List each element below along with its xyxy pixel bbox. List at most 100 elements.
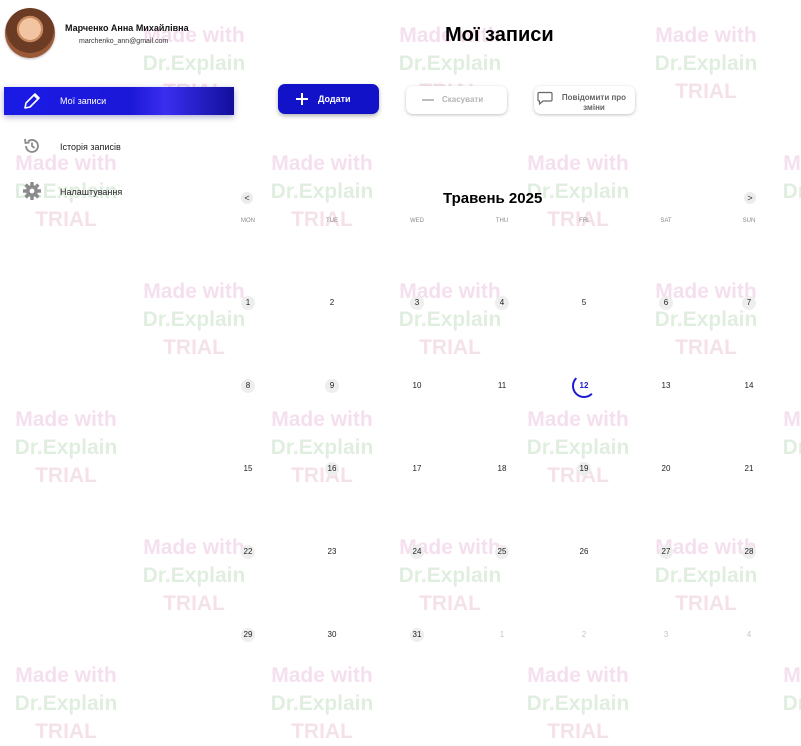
- plus-icon: [296, 93, 308, 105]
- calendar-day[interactable]: 4: [742, 628, 756, 642]
- watermark: Made withDr.ExplainTRIAL: [388, 534, 512, 618]
- watermark-line: TRIAL: [35, 464, 97, 487]
- calendar-day[interactable]: 31: [410, 628, 424, 642]
- watermark-line: Made with: [783, 152, 801, 175]
- calendar-day[interactable]: 17: [410, 462, 424, 476]
- calendar-day[interactable]: 29: [241, 628, 255, 642]
- sidebar-item-label: Історія записів: [60, 142, 121, 152]
- watermark: Made with Dr.Explain TRIAL: [132, 278, 256, 362]
- calendar-day[interactable]: 7: [742, 296, 756, 310]
- sidebar-item-settings[interactable]: Налаштування: [4, 179, 204, 203]
- calendar-day[interactable]: 1: [241, 296, 255, 310]
- calendar-day[interactable]: 27: [659, 545, 673, 559]
- history-icon: [24, 138, 39, 153]
- calendar-day[interactable]: 5: [577, 296, 591, 310]
- notify-changes-button[interactable]: Повідомити про зміни: [534, 86, 635, 114]
- watermark: Made with Dr.Explain TRIAL: [260, 662, 384, 746]
- sidebar-item-label: Мої записи: [60, 96, 107, 106]
- calendar-day[interactable]: 10: [410, 379, 424, 393]
- watermark-line: Made with: [143, 280, 245, 303]
- watermark-line: TRIAL: [675, 80, 737, 103]
- calendar-day[interactable]: 23: [325, 545, 339, 559]
- calendar-day[interactable]: 26: [577, 545, 591, 559]
- watermark-line: Dr.Explain: [142, 564, 246, 587]
- calendar-day-today[interactable]: 12: [572, 374, 596, 398]
- watermark-line: TRIAL: [163, 336, 225, 359]
- add-button[interactable]: Додати: [278, 84, 379, 114]
- watermark-line: Dr.Explain: [270, 692, 374, 715]
- user-email: marchenko_ann@gmail.com: [79, 38, 169, 45]
- calendar-day[interactable]: 20: [659, 462, 673, 476]
- calendar-day[interactable]: 28: [742, 545, 756, 559]
- notify-button-label: Повідомити про зміни: [561, 93, 627, 112]
- watermark-line: Dr.Explain: [398, 52, 502, 75]
- calendar-day[interactable]: 6: [659, 296, 673, 310]
- watermark-line: TRIAL: [163, 592, 225, 615]
- watermark: Made withDr.ExplainTRIAL: [516, 406, 640, 490]
- watermark-line: Dr.Explain: [398, 308, 502, 331]
- calendar-day[interactable]: 25: [495, 545, 509, 559]
- watermark-line: Dr.Explain: [142, 52, 246, 75]
- watermark-line: Dr.Explain: [14, 692, 118, 715]
- watermark-line: TRIAL: [772, 462, 801, 490]
- minus-icon: [422, 99, 434, 101]
- watermark: Made withDr.ExplainTRIAL: [388, 278, 512, 362]
- calendar-day[interactable]: 19: [577, 462, 591, 476]
- weekday-label: SUN: [742, 218, 756, 224]
- sidebar-item-my-records[interactable]: Мої записи: [4, 87, 234, 115]
- watermark-line: Dr.Explain: [782, 436, 801, 459]
- watermark-line: TRIAL: [35, 720, 97, 743]
- calendar-day[interactable]: 24: [410, 545, 424, 559]
- watermark-line: Dr.Explain: [782, 180, 801, 203]
- watermark: Made with Dr.Explain TRIAL: [772, 406, 801, 490]
- calendar-day[interactable]: 1: [495, 628, 509, 642]
- watermark-line: Made with: [271, 664, 373, 687]
- watermark-line: TRIAL: [675, 592, 737, 615]
- next-month-button[interactable]: >: [744, 192, 756, 204]
- weekday-label: FRI: [579, 218, 589, 224]
- sidebar-item-history[interactable]: Історія записів: [4, 134, 204, 158]
- cancel-button[interactable]: Скасувати: [406, 86, 507, 114]
- add-button-label: Додати: [318, 94, 351, 104]
- calendar-day[interactable]: 13: [659, 379, 673, 393]
- watermark-line: Dr.Explain: [526, 436, 630, 459]
- watermark: Made withDr.ExplainTRIAL: [4, 406, 128, 490]
- watermark-line: TRIAL: [291, 720, 353, 743]
- weekday-label: MON: [241, 218, 255, 224]
- weekday-label: SAT: [660, 218, 672, 224]
- month-title: Травень 2025: [443, 190, 543, 207]
- calendar-day[interactable]: 14: [742, 379, 756, 393]
- avatar[interactable]: [5, 8, 55, 58]
- calendar-day[interactable]: 16: [325, 462, 339, 476]
- calendar-day[interactable]: 2: [325, 296, 339, 310]
- calendar-day[interactable]: 15: [241, 462, 255, 476]
- calendar-day[interactable]: 3: [659, 628, 673, 642]
- watermark-line: TRIAL: [547, 720, 609, 743]
- watermark-line: Dr.Explain: [142, 308, 246, 331]
- watermark-line: Dr.Explain: [654, 52, 758, 75]
- watermark-line: TRIAL: [35, 208, 97, 231]
- watermark-line: Made with: [783, 408, 801, 431]
- calendar-day[interactable]: 2: [577, 628, 591, 642]
- calendar-day[interactable]: 22: [241, 545, 255, 559]
- calendar-day[interactable]: 21: [742, 462, 756, 476]
- watermark: Made withDr.ExplainTRIAL: [644, 22, 768, 106]
- calendar-day[interactable]: 30: [325, 628, 339, 642]
- calendar-day[interactable]: 3: [410, 296, 424, 310]
- watermark-line: Dr.Explain: [398, 564, 502, 587]
- watermark-line: Made with: [527, 664, 629, 687]
- calendar-day[interactable]: 18: [495, 462, 509, 476]
- watermark-line: TRIAL: [419, 592, 481, 615]
- calendar-day[interactable]: 8: [241, 379, 255, 393]
- watermark-line: Made with: [271, 408, 373, 431]
- calendar-day[interactable]: 4: [495, 296, 509, 310]
- calendar-day[interactable]: 9: [325, 379, 339, 393]
- prev-month-button[interactable]: <: [241, 192, 253, 204]
- watermark: Made withDr.ExplainTRIAL: [516, 662, 640, 746]
- weekday-label: TUE: [326, 218, 338, 224]
- watermark-line: Dr.Explain: [654, 308, 758, 331]
- watermark-line: Made with: [15, 664, 117, 687]
- calendar-day[interactable]: 11: [495, 379, 509, 393]
- user-name: Марченко Анна Михайлівна: [65, 23, 189, 33]
- watermark: Made withDr.ExplainTRIAL: [772, 662, 801, 746]
